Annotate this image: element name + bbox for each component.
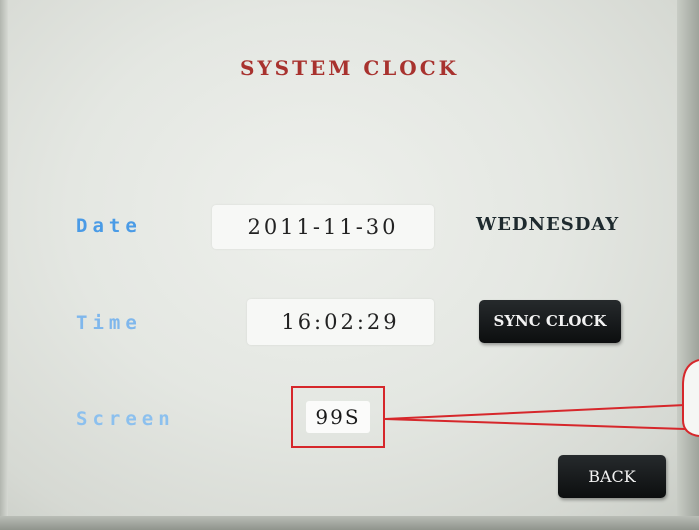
- back-button[interactable]: BACK: [558, 455, 666, 498]
- callout-pointer: [384, 359, 699, 437]
- device-screen: SYSTEM CLOCK Date 2011-11-30 WEDNESDAY T…: [0, 0, 699, 530]
